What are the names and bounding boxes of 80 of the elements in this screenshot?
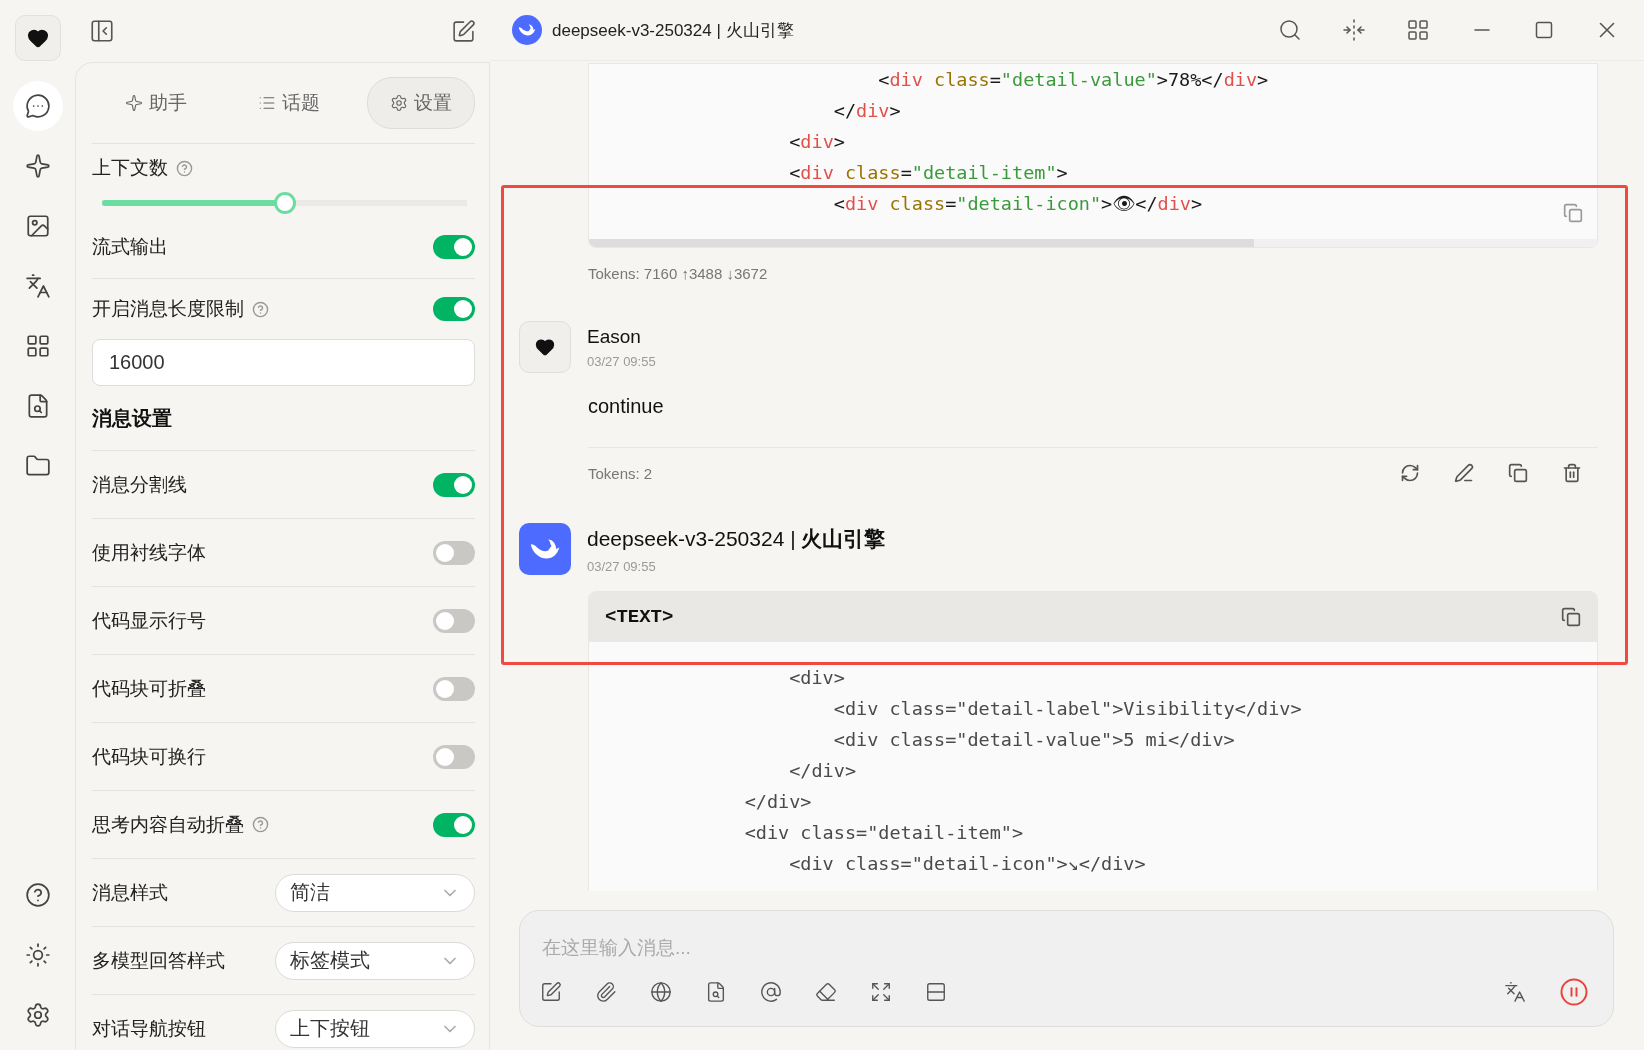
scrollbar-thumb[interactable] (589, 239, 1255, 247)
code-line: <div class="detail-icon">👁</div> (832, 192, 1203, 216)
model-name: deepseek-v3-250324 | 火山引擎 (587, 525, 886, 552)
setting-label: 代码显示行号 (92, 608, 206, 633)
window-title: deepseek-v3-250324 | 火山引擎 (552, 19, 795, 42)
toggle-switch[interactable] (433, 540, 475, 565)
code-line: <div class="detail-item"> (788, 161, 1068, 185)
list-icon (257, 94, 276, 112)
tab[interactable]: 话题 (234, 77, 343, 129)
setting-label: 消息分割线 (92, 472, 187, 497)
new-chat-icon[interactable] (451, 18, 476, 44)
code-line: <div class="detail-value">78%</div> (877, 68, 1269, 92)
input-field[interactable]: 16000 (92, 339, 475, 386)
code-line: <div> (788, 666, 845, 690)
maximize-icon[interactable] (1534, 20, 1554, 40)
copy-icon[interactable] (1508, 463, 1528, 483)
toggle-switch[interactable] (433, 608, 475, 633)
code-line: </div> (743, 790, 812, 814)
token-count: Tokens: 7160 ↑3488 ↓3672 (588, 264, 768, 282)
translate-icon[interactable] (1504, 981, 1526, 1003)
setting-label: 代码块可折叠 (92, 676, 206, 701)
select-dropdown[interactable]: 上下按钮 (275, 1009, 475, 1048)
setting-label: 流式输出 (92, 235, 168, 259)
tab[interactable]: 助手 (102, 77, 210, 129)
select-dropdown[interactable]: 简洁 (275, 873, 475, 912)
heart-avatar[interactable] (14, 15, 61, 61)
toggle-switch[interactable] (433, 472, 475, 497)
search-icon[interactable] (1278, 18, 1302, 42)
code-line: <div class="detail-label">Visibility</div> (832, 697, 1302, 721)
globe-icon[interactable] (650, 981, 672, 1003)
code-language: <TEXT> (605, 606, 674, 628)
message-time: 03/27 09:55 (587, 353, 656, 369)
tab[interactable]: 设置 (367, 77, 475, 129)
setting-label: 开启消息长度限制 (92, 297, 244, 321)
setting-label: 使用衬线字体 (92, 540, 206, 565)
code-line: <div> (788, 130, 845, 154)
token-count: Tokens: 2 (588, 464, 653, 482)
setting-label: 代码块可换行 (92, 744, 206, 769)
code-line: </div> (832, 99, 901, 123)
eraser-icon[interactable] (815, 981, 837, 1003)
message-input[interactable]: 在这里输入消息... (519, 910, 1614, 1027)
paperclip-icon[interactable] (595, 981, 617, 1003)
user-name: Eason (587, 325, 642, 348)
code-line: <div class="detail-value">5 mi</div> (832, 728, 1235, 752)
gear-icon (390, 94, 408, 112)
select-dropdown[interactable]: 标签模式 (275, 941, 475, 980)
message-time: 03/27 09:55 (587, 558, 657, 574)
expand-icon[interactable] (870, 981, 892, 1003)
toggle-switch[interactable] (433, 676, 475, 701)
edit-icon[interactable] (540, 981, 562, 1003)
expand-width-icon[interactable] (1342, 18, 1366, 42)
code-line: <div class="detail-icon">↘</div> (788, 852, 1146, 876)
toggle-switch[interactable] (433, 297, 475, 321)
setting-label: 对话导航按钮 (92, 1016, 206, 1041)
grid-icon[interactable] (1406, 18, 1430, 42)
edit-icon[interactable] (1454, 463, 1474, 483)
at-icon[interactable] (760, 981, 782, 1003)
section-heading: 消息设置 (92, 405, 172, 431)
sparkle-icon (125, 94, 143, 112)
sidebar-toggle-icon[interactable] (89, 18, 115, 44)
pause-icon[interactable] (1559, 977, 1589, 1007)
message-field[interactable]: 在这里输入消息... (540, 919, 1593, 977)
code-line: <div class="detail-item"> (743, 821, 1024, 845)
refresh-icon[interactable] (1400, 463, 1420, 483)
file-search-icon[interactable] (705, 981, 727, 1003)
message-text: continue (588, 395, 665, 418)
code-line: </div> (788, 759, 857, 783)
toggle-switch[interactable] (433, 744, 475, 769)
rows-icon[interactable] (925, 981, 947, 1003)
slider-thumb[interactable] (273, 192, 296, 214)
setting-label: 思考内容自动折叠 (92, 812, 244, 837)
toggle-switch[interactable] (433, 812, 475, 837)
setting-label: 上下文数 (92, 156, 168, 180)
setting-label: 消息样式 (92, 880, 168, 905)
setting-label: 多模型回答样式 (92, 948, 225, 973)
toggle-switch[interactable] (433, 235, 475, 259)
trash-icon[interactable] (1562, 463, 1582, 483)
copy-icon[interactable] (1561, 607, 1581, 627)
user-avatar (519, 321, 571, 373)
nav-icon[interactable] (12, 81, 63, 131)
